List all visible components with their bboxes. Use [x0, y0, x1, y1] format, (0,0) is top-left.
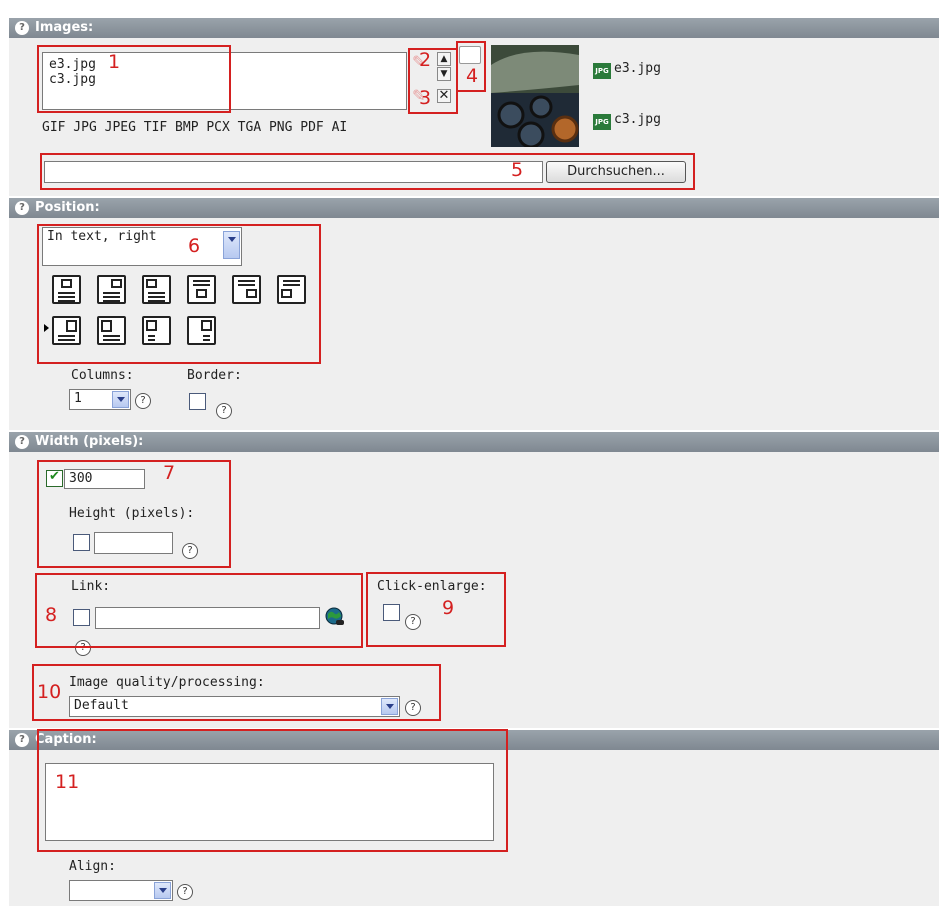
image-thumbnail	[491, 45, 579, 147]
chevron-down-icon[interactable]	[112, 391, 129, 408]
annotation-box-10	[32, 664, 441, 721]
jpg-file-icon: JPG	[593, 63, 611, 79]
annotation-number: 11	[55, 771, 80, 793]
help-icon[interactable]: ?	[15, 21, 29, 35]
annotation-number: 1	[108, 51, 121, 73]
help-icon[interactable]: ?	[15, 733, 29, 747]
annotation-number: 9	[442, 597, 455, 619]
border-checkbox[interactable]	[189, 393, 206, 410]
thumbnail-label: c3.jpg	[614, 112, 661, 127]
annotation-box-11	[37, 729, 508, 852]
annotation-number: 5	[511, 159, 524, 181]
align-select[interactable]	[69, 880, 173, 901]
help-icon[interactable]: ?	[216, 403, 232, 419]
help-icon[interactable]: ?	[177, 884, 193, 900]
help-icon[interactable]: ?	[15, 201, 29, 215]
columns-select-value: 1	[74, 391, 82, 406]
section-title: Images:	[35, 20, 94, 35]
width-section-header: ? Width (pixels):	[9, 432, 939, 452]
annotation-number: 8	[45, 604, 58, 626]
annotation-box-9	[366, 572, 506, 647]
annotation-number: 10	[37, 681, 62, 703]
section-title: Width (pixels):	[35, 434, 144, 449]
help-icon[interactable]: ?	[15, 435, 29, 449]
columns-label: Columns:	[71, 368, 134, 383]
annotation-number: 4	[466, 65, 479, 87]
section-title: Position:	[35, 200, 100, 215]
position-section-header: ? Position:	[9, 198, 939, 218]
images-section-header: ? Images:	[9, 18, 939, 38]
annotation-box-8	[35, 573, 363, 648]
columns-select[interactable]: 1	[69, 389, 131, 410]
border-label: Border:	[187, 368, 242, 383]
allowed-file-types: GIF JPG JPEG TIF BMP PCX TGA PNG PDF AI	[42, 120, 348, 135]
help-icon[interactable]: ?	[135, 393, 151, 409]
thumbnail-label: e3.jpg	[614, 61, 661, 76]
annotation-number: 3	[419, 87, 432, 109]
annotation-box-1	[37, 45, 231, 113]
annotation-box-7	[37, 460, 231, 568]
jpg-file-icon: JPG	[593, 114, 611, 130]
chevron-down-icon[interactable]	[154, 882, 171, 899]
annotation-box-6	[37, 224, 321, 364]
align-label: Align:	[69, 859, 116, 874]
annotation-number: 6	[188, 235, 201, 257]
annotation-box-2-3	[408, 48, 458, 114]
annotation-box-5	[40, 153, 695, 190]
annotation-number: 7	[163, 462, 176, 484]
